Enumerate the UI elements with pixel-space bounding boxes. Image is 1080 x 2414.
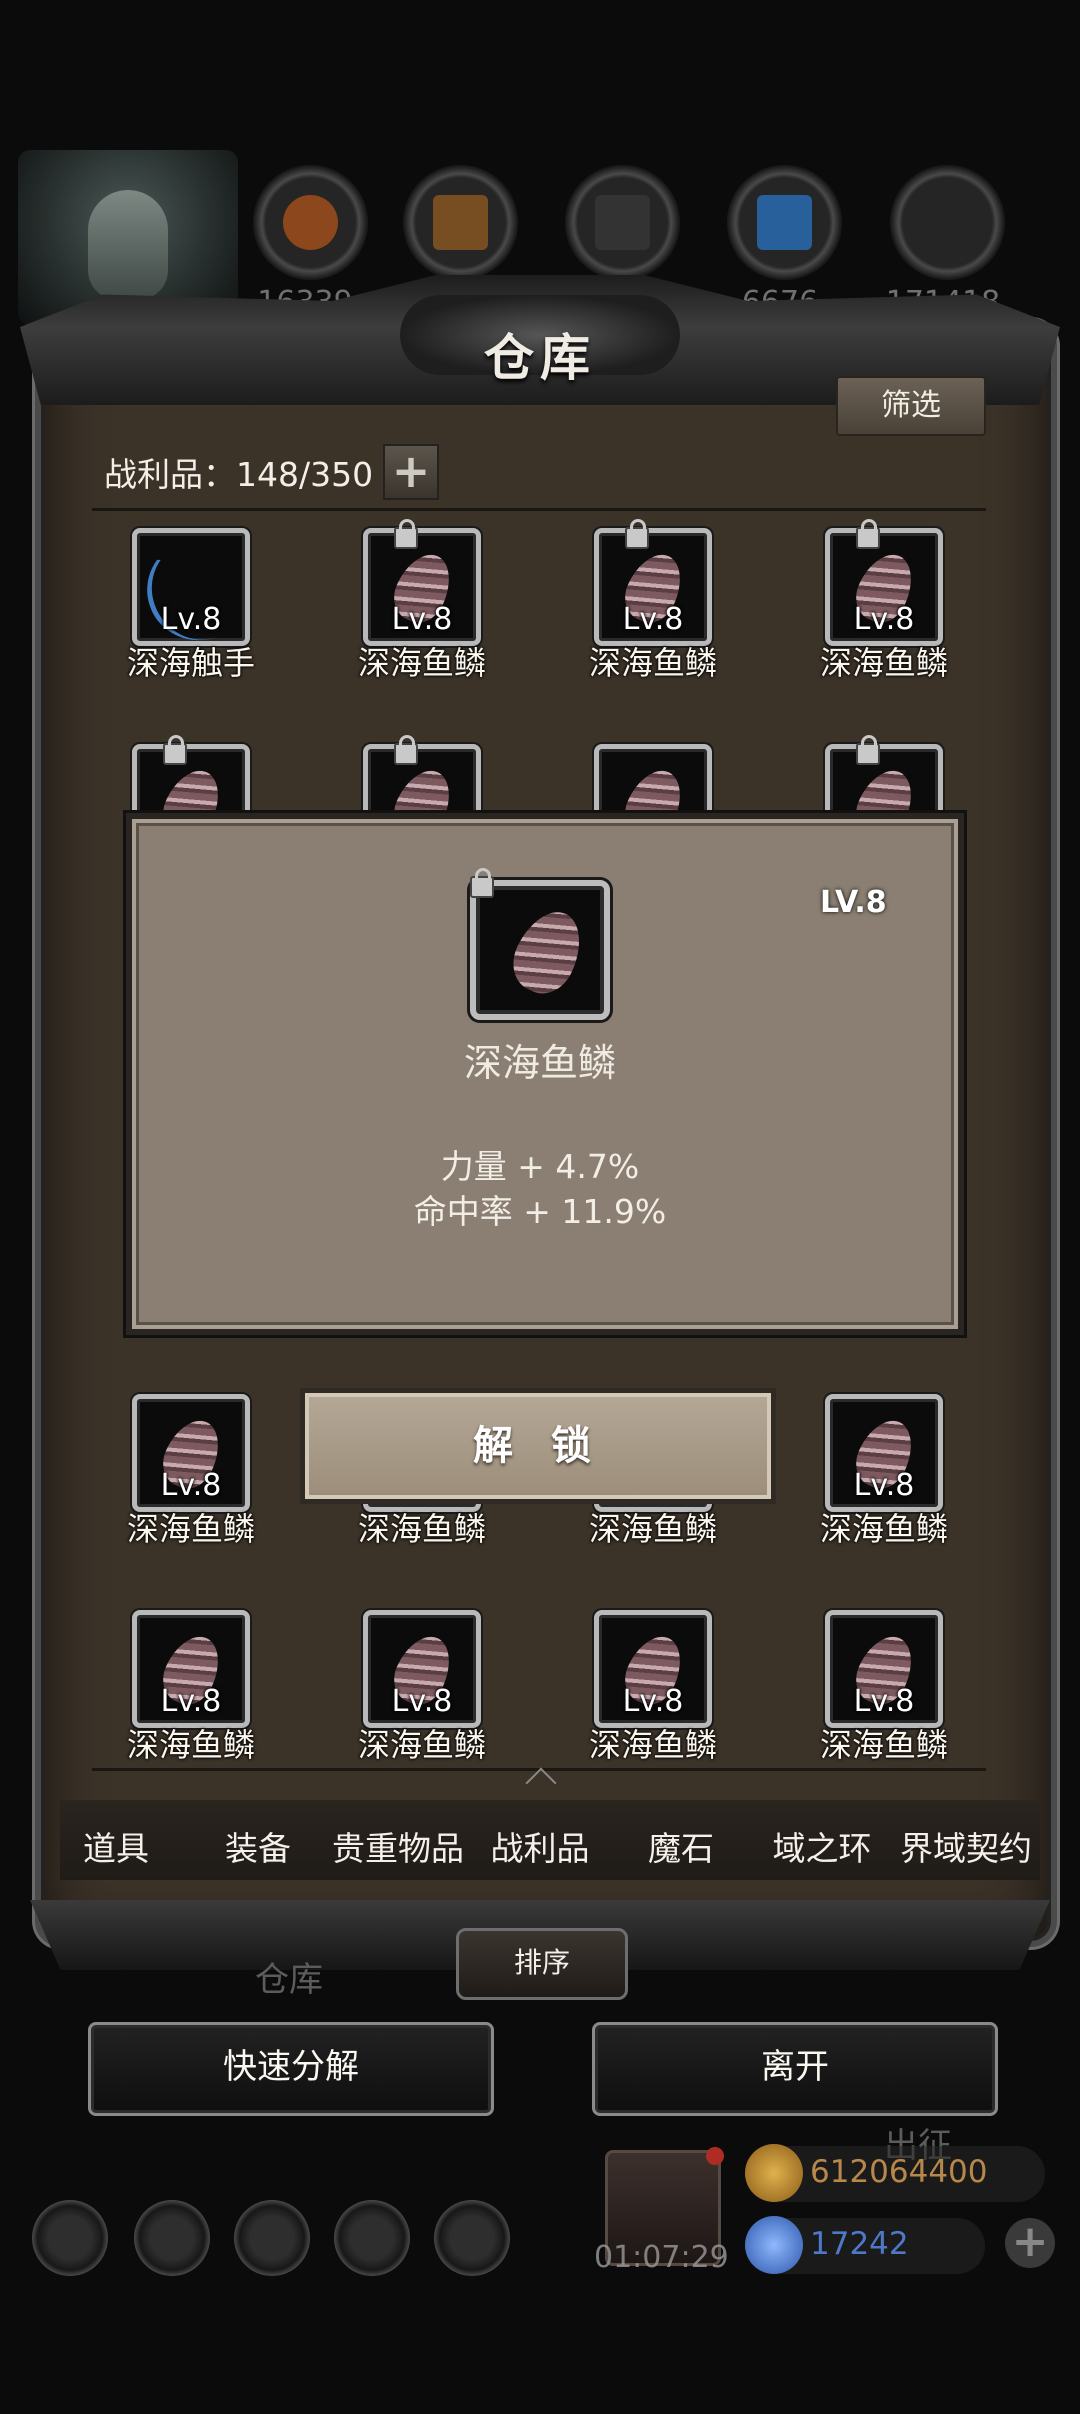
guild-icon[interactable]: [234, 2200, 310, 2276]
add-gems-button[interactable]: +: [1005, 2218, 1055, 2268]
popup-item-name: 深海鱼鳞: [463, 1041, 616, 1085]
item-cell[interactable]: Lv.8 深海鱼鳞: [789, 519, 959, 682]
item-level: Lv.8: [622, 602, 684, 637]
lock-icon: [856, 735, 880, 765]
item-name: 深海鱼鳞: [357, 1726, 486, 1764]
item-name: 深海鱼鳞: [126, 1726, 255, 1764]
gem-icon: [745, 2216, 803, 2274]
tab-equipment[interactable]: 装备: [188, 1822, 328, 1870]
cube-icon[interactable]: [434, 2200, 510, 2276]
tab-loot[interactable]: 战利品: [470, 1822, 610, 1870]
item-name: 深海鱼鳞: [819, 644, 948, 682]
popup-level: LV.8: [820, 885, 887, 920]
fish-scale-icon: [503, 901, 593, 1003]
tab-magic-stone[interactable]: 魔石: [611, 1822, 751, 1870]
behind-warehouse-label: 仓库: [255, 1960, 323, 2000]
item-level: Lv.8: [160, 1684, 222, 1719]
item-name: 深海鱼鳞: [588, 1510, 717, 1548]
loot-count-label: 战利品：148/350: [104, 455, 374, 494]
item-level: Lv.8: [160, 602, 222, 637]
lock-icon: [625, 519, 649, 549]
stone-resource-icon: [565, 165, 680, 280]
lock-icon: [470, 868, 494, 898]
item-cell[interactable]: Lv.8 深海触手: [96, 523, 267, 682]
iron-resource-icon: [890, 165, 1005, 280]
tab-items[interactable]: 道具: [46, 1822, 186, 1870]
popup-stat-accuracy: 命中率 + 11.9%: [413, 1192, 667, 1231]
leave-button[interactable]: 离开: [592, 2022, 998, 2116]
quick-decompose-button[interactable]: 快速分解: [88, 2022, 494, 2116]
item-level: Lv.8: [622, 1684, 684, 1719]
lock-icon: [856, 519, 880, 549]
item-cell[interactable]: Lv.8 深海鱼鳞: [789, 1610, 959, 1764]
rank-icon[interactable]: [134, 2200, 210, 2276]
popup-item-slot: [470, 868, 610, 1020]
item-name: 深海鱼鳞: [819, 1726, 948, 1764]
gift-timer: 01:07:29: [594, 2240, 729, 2275]
item-name: 深海鱼鳞: [357, 644, 486, 682]
item-level: Lv.8: [160, 1468, 222, 1503]
item-level: Lv.8: [853, 1684, 915, 1719]
notification-dot: [706, 2147, 724, 2165]
popup-stat-strength: 力量 + 4.7%: [440, 1147, 640, 1186]
item-name: 深海鱼鳞: [126, 1510, 255, 1548]
item-cell[interactable]: Lv.8 深海鱼鳞: [558, 1610, 728, 1764]
sort-button[interactable]: 排序: [456, 1928, 628, 2000]
settings-icon[interactable]: [32, 2200, 108, 2276]
unlock-button[interactable]: 解 锁: [300, 1388, 776, 1504]
item-cell[interactable]: Lv.8 深海鱼鳞: [558, 519, 728, 682]
lock-icon: [394, 519, 418, 549]
gold-coin-icon: [745, 2144, 803, 2202]
gold-amount: 612064400: [810, 2154, 988, 2190]
expand-capacity-button[interactable]: +: [383, 444, 439, 500]
page-title: 仓库: [484, 329, 596, 387]
item-cell[interactable]: Lv.8 深海鱼鳞: [96, 1610, 266, 1764]
wood-resource-icon: [403, 165, 518, 280]
top-divider: [92, 508, 986, 511]
item-level: Lv.8: [853, 1468, 915, 1503]
item-cell[interactable]: Lv.8 深海鱼鳞: [96, 1394, 266, 1548]
item-cell[interactable]: Lv.8 深海鱼鳞: [327, 1610, 497, 1764]
tab-domain-contract[interactable]: 界域契约: [893, 1822, 1039, 1870]
lock-icon: [163, 735, 187, 765]
item-name: 深海触手: [126, 644, 255, 682]
crystal-resource-icon: [727, 165, 842, 280]
item-level: Lv.8: [391, 602, 453, 637]
item-name: 深海鱼鳞: [819, 1510, 948, 1548]
tab-domain-ring[interactable]: 域之环: [752, 1822, 892, 1870]
lock-icon: [394, 735, 418, 765]
item-cell[interactable]: Lv.8 深海鱼鳞: [789, 1394, 959, 1548]
gem-amount: 17242: [810, 2226, 909, 2262]
item-name: 深海鱼鳞: [357, 1510, 486, 1548]
item-cell[interactable]: Lv.8 深海鱼鳞: [327, 519, 497, 682]
meat-resource-icon: [253, 165, 368, 280]
item-level: Lv.8: [853, 602, 915, 637]
item-name: 深海鱼鳞: [588, 1726, 717, 1764]
mail-icon[interactable]: [334, 2200, 410, 2276]
tab-valuables[interactable]: 贵重物品: [328, 1822, 468, 1870]
filter-button[interactable]: 筛选: [836, 376, 986, 436]
item-name: 深海鱼鳞: [588, 644, 717, 682]
item-level: Lv.8: [391, 1684, 453, 1719]
